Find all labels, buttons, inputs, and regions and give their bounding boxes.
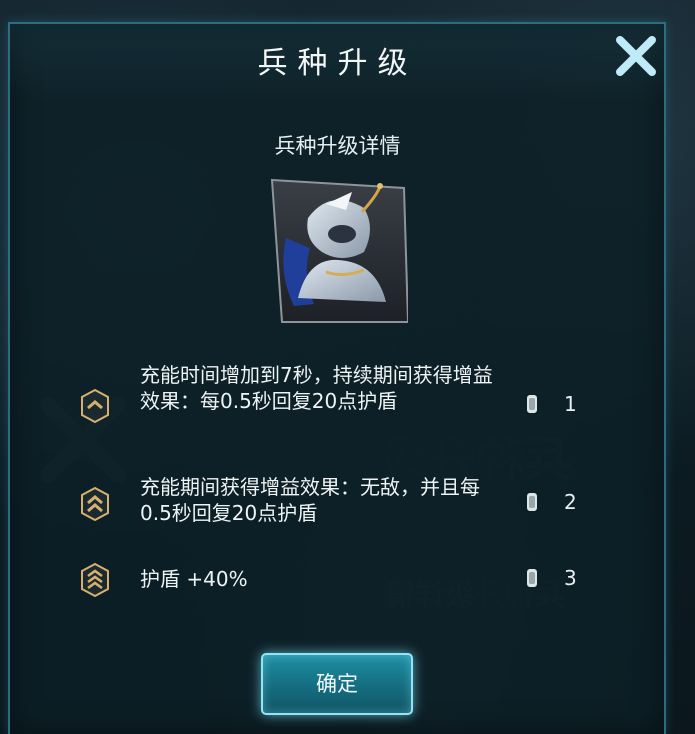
perk-row-1: 充能时间增加到7秒，持续期间获得增益效果：每0.5秒回复20点护盾 1 [80, 362, 600, 446]
level-tag-icon [527, 395, 537, 413]
dialog-subtitle: 兵种升级详情 [274, 134, 401, 158]
confirm-button[interactable]: 确定 [261, 653, 413, 715]
perk-row-3: 护盾 +40% 3 [80, 562, 600, 598]
perk-level: 3 [564, 566, 577, 590]
close-button[interactable] [608, 28, 664, 84]
perk-row-2: 充能期间获得增益效果：无敌，并且每0.5秒回复20点护盾 2 [80, 474, 600, 534]
unit-portrait-image [270, 178, 410, 323]
dialog-title: 兵种升级 [257, 46, 418, 81]
unit-portrait [268, 178, 410, 324]
perk-description: 充能时间增加到7秒，持续期间获得增益效果：每0.5秒回复20点护盾 [140, 363, 493, 413]
perk-level: 2 [564, 490, 577, 514]
perk-description: 充能期间获得增益效果：无敌，并且每0.5秒回复20点护盾 [140, 475, 480, 525]
rank-chevron-1-icon [81, 388, 109, 424]
perk-description: 护盾 +40% [140, 567, 248, 591]
level-tag-icon [527, 493, 537, 511]
perk-level: 1 [564, 392, 577, 416]
level-tag-icon [527, 569, 537, 587]
close-x-icon [616, 36, 656, 76]
rank-chevron-2-icon [81, 486, 109, 522]
rank-chevron-3-icon [81, 562, 109, 598]
